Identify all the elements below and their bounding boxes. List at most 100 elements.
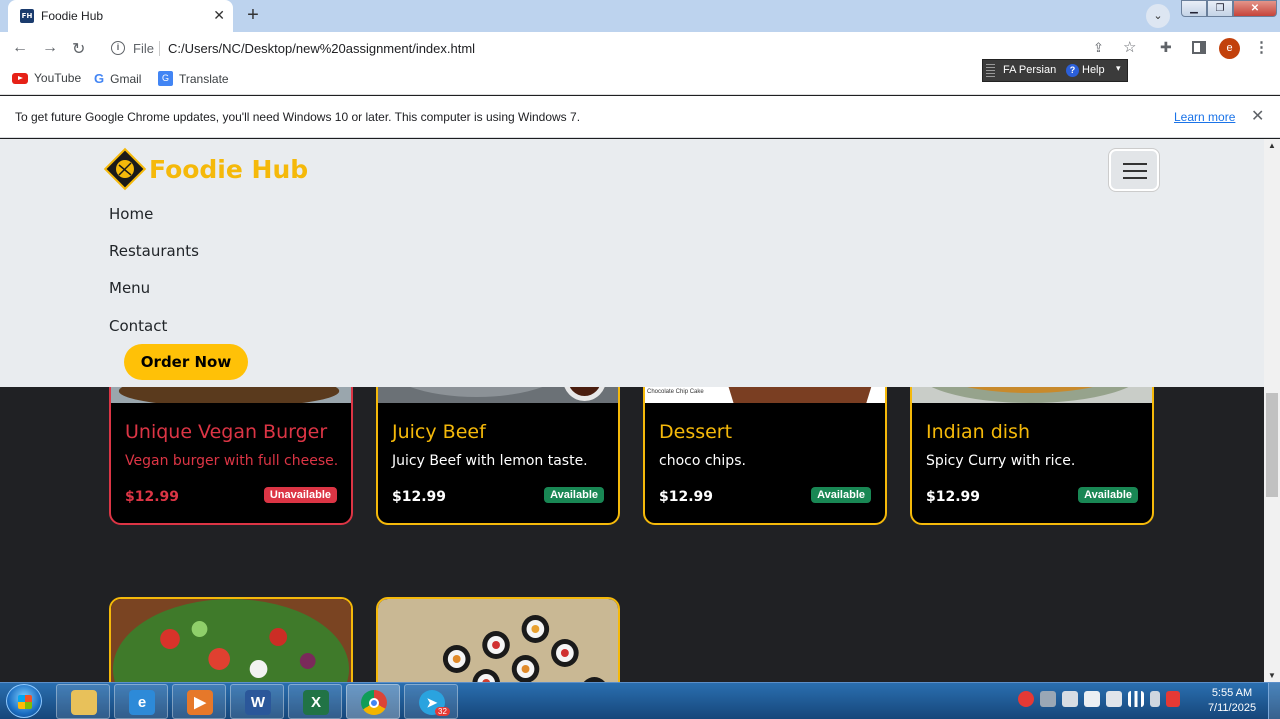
status-badge: Available	[1078, 487, 1138, 503]
signal-icon[interactable]	[1128, 691, 1144, 707]
minimize-button[interactable]: ▁	[1181, 0, 1207, 17]
bookmark-translate[interactable]: G Translate	[158, 71, 229, 86]
bluetooth-icon[interactable]	[1150, 691, 1160, 707]
back-icon[interactable]: ←	[12, 39, 28, 57]
nav-link-menu[interactable]: Menu	[109, 279, 150, 297]
profile-avatar[interactable]: e	[1219, 38, 1240, 59]
reload-icon[interactable]: ↻	[72, 39, 85, 59]
input-language[interactable]: FA Persian	[1003, 64, 1056, 76]
forward-icon[interactable]: →	[42, 39, 58, 57]
bookmark-label: Translate	[179, 71, 229, 86]
action-center-flag-icon[interactable]	[1166, 691, 1180, 707]
nav-link-contact[interactable]: Contact	[109, 317, 167, 335]
taskbar-chrome[interactable]	[346, 684, 400, 719]
hamburger-line	[1123, 163, 1147, 165]
tab-title: Foodie Hub	[41, 9, 104, 23]
taskbar-telegram[interactable]: ➤ 32	[404, 684, 458, 719]
grip-icon[interactable]	[986, 64, 995, 78]
card-title: Unique Vegan Burger	[125, 421, 328, 443]
taskbar-media-player[interactable]: ▶	[172, 684, 226, 719]
page-viewport: Unique Vegan Burger Vegan burger with fu…	[0, 139, 1264, 682]
usb-icon[interactable]	[1084, 691, 1100, 707]
taskbar-internet-explorer[interactable]: e	[114, 684, 168, 719]
tab-foodie-hub[interactable]: FH Foodie Hub ✕	[8, 0, 233, 32]
restore-button[interactable]: ❐	[1207, 0, 1233, 17]
taskbar-excel[interactable]: X	[288, 684, 342, 719]
card-price: $12.99	[926, 489, 981, 505]
nav-link-home[interactable]: Home	[109, 205, 153, 223]
clock-time: 5:55 AM	[1211, 687, 1253, 699]
unread-badge: 32	[435, 707, 450, 716]
status-badge: Available	[811, 487, 871, 503]
new-tab-button[interactable]: +	[241, 5, 265, 27]
menu-toggle-button[interactable]	[1109, 149, 1159, 191]
word-icon: W	[245, 690, 271, 715]
card-description: Spicy Curry with rice.	[926, 453, 1076, 469]
help-icon[interactable]: ?	[1066, 64, 1079, 77]
chrome-center	[369, 698, 379, 708]
kebab-menu-icon[interactable]: ⋮	[1254, 38, 1269, 56]
brand-name: Foodie Hub	[149, 154, 309, 184]
scroll-up-icon[interactable]: ▲	[1268, 141, 1276, 150]
card-price: $12.99	[392, 489, 447, 505]
share-icon[interactable]: ⇪	[1093, 40, 1104, 56]
favicon-icon: FH	[20, 9, 34, 23]
address-divider	[159, 41, 160, 56]
language-bar[interactable]: FA Persian ? Help ▾	[982, 59, 1128, 82]
status-badge: Unavailable	[263, 487, 337, 503]
card-title: Juicy Beef	[392, 421, 486, 443]
update-infobar: To get future Google Chrome updates, you…	[0, 96, 1280, 138]
network-drive-icon[interactable]	[1040, 691, 1056, 707]
site-info-icon[interactable]: i	[111, 41, 125, 55]
help-label[interactable]: Help	[1082, 64, 1105, 76]
bookmark-gmail[interactable]: G Gmail	[94, 71, 141, 86]
options-arrow-icon[interactable]: ▾	[1116, 63, 1121, 74]
card-title: Indian dish	[926, 421, 1030, 443]
taskbar-file-explorer[interactable]	[56, 684, 110, 719]
system-clock[interactable]: 5:55 AM 7/11/2025	[1200, 686, 1264, 716]
card-description: Vegan burger with full cheese.	[125, 453, 339, 469]
bookmark-youtube[interactable]: YouTube	[12, 71, 81, 85]
window-controls: ▁ ❐ ✕	[1181, 0, 1277, 18]
scrollbar-thumb[interactable]	[1266, 393, 1278, 497]
tab-strip: FH Foodie Hub ✕ + ⌄ ▁ ❐ ✕	[0, 0, 1280, 32]
nav-link-restaurants[interactable]: Restaurants	[109, 242, 199, 260]
window-close-button[interactable]: ✕	[1233, 0, 1277, 17]
translate-icon: G	[158, 71, 173, 86]
volume-muted-icon[interactable]	[1106, 691, 1122, 707]
url-text[interactable]: C:/Users/NC/Desktop/new%20assignment/ind…	[168, 41, 475, 56]
notification-icon[interactable]	[1018, 691, 1034, 707]
start-button[interactable]	[6, 684, 42, 718]
status-badge: Available	[544, 487, 604, 503]
excel-icon: X	[303, 690, 329, 715]
infobar-message: To get future Google Chrome updates, you…	[15, 110, 581, 124]
sushi-image	[378, 599, 618, 682]
order-now-button[interactable]: Order Now	[124, 344, 248, 380]
brand-link[interactable]: Foodie Hub	[103, 147, 308, 191]
internet-explorer-icon: e	[129, 690, 155, 715]
card-description: Juicy Beef with lemon taste.	[392, 453, 588, 469]
page-scrollbar[interactable]: ▲ ▼	[1264, 139, 1280, 682]
scroll-down-icon[interactable]: ▼	[1268, 671, 1276, 680]
side-panel-icon[interactable]	[1192, 41, 1206, 54]
system-tray	[1018, 691, 1180, 707]
bookmark-label: Gmail	[110, 71, 142, 86]
menu-card-salad[interactable]	[109, 597, 353, 682]
tools-icon[interactable]	[1062, 691, 1078, 707]
card-price: $12.99	[659, 489, 714, 505]
show-desktop-button[interactable]	[1268, 683, 1280, 719]
menu-card-sushi[interactable]	[376, 597, 620, 682]
taskbar-word[interactable]: W	[230, 684, 284, 719]
extensions-icon[interactable]: ✚	[1160, 39, 1172, 56]
windows-taskbar: e ▶ W X ➤ 32 5:55 AM 7/11/2025	[0, 682, 1280, 719]
scheme-label: File	[133, 41, 154, 56]
foodie-hub-logo-icon	[103, 147, 147, 191]
infobar-close-icon[interactable]: ✕	[1251, 106, 1264, 126]
close-tab-icon[interactable]: ✕	[213, 7, 225, 24]
tab-search-icon[interactable]: ⌄	[1146, 4, 1170, 28]
learn-more-link[interactable]: Learn more	[1174, 110, 1235, 124]
bookmark-star-icon[interactable]: ☆	[1123, 38, 1136, 56]
youtube-icon	[12, 72, 28, 84]
card-title: Dessert	[659, 421, 733, 443]
hamburger-line	[1123, 177, 1147, 179]
